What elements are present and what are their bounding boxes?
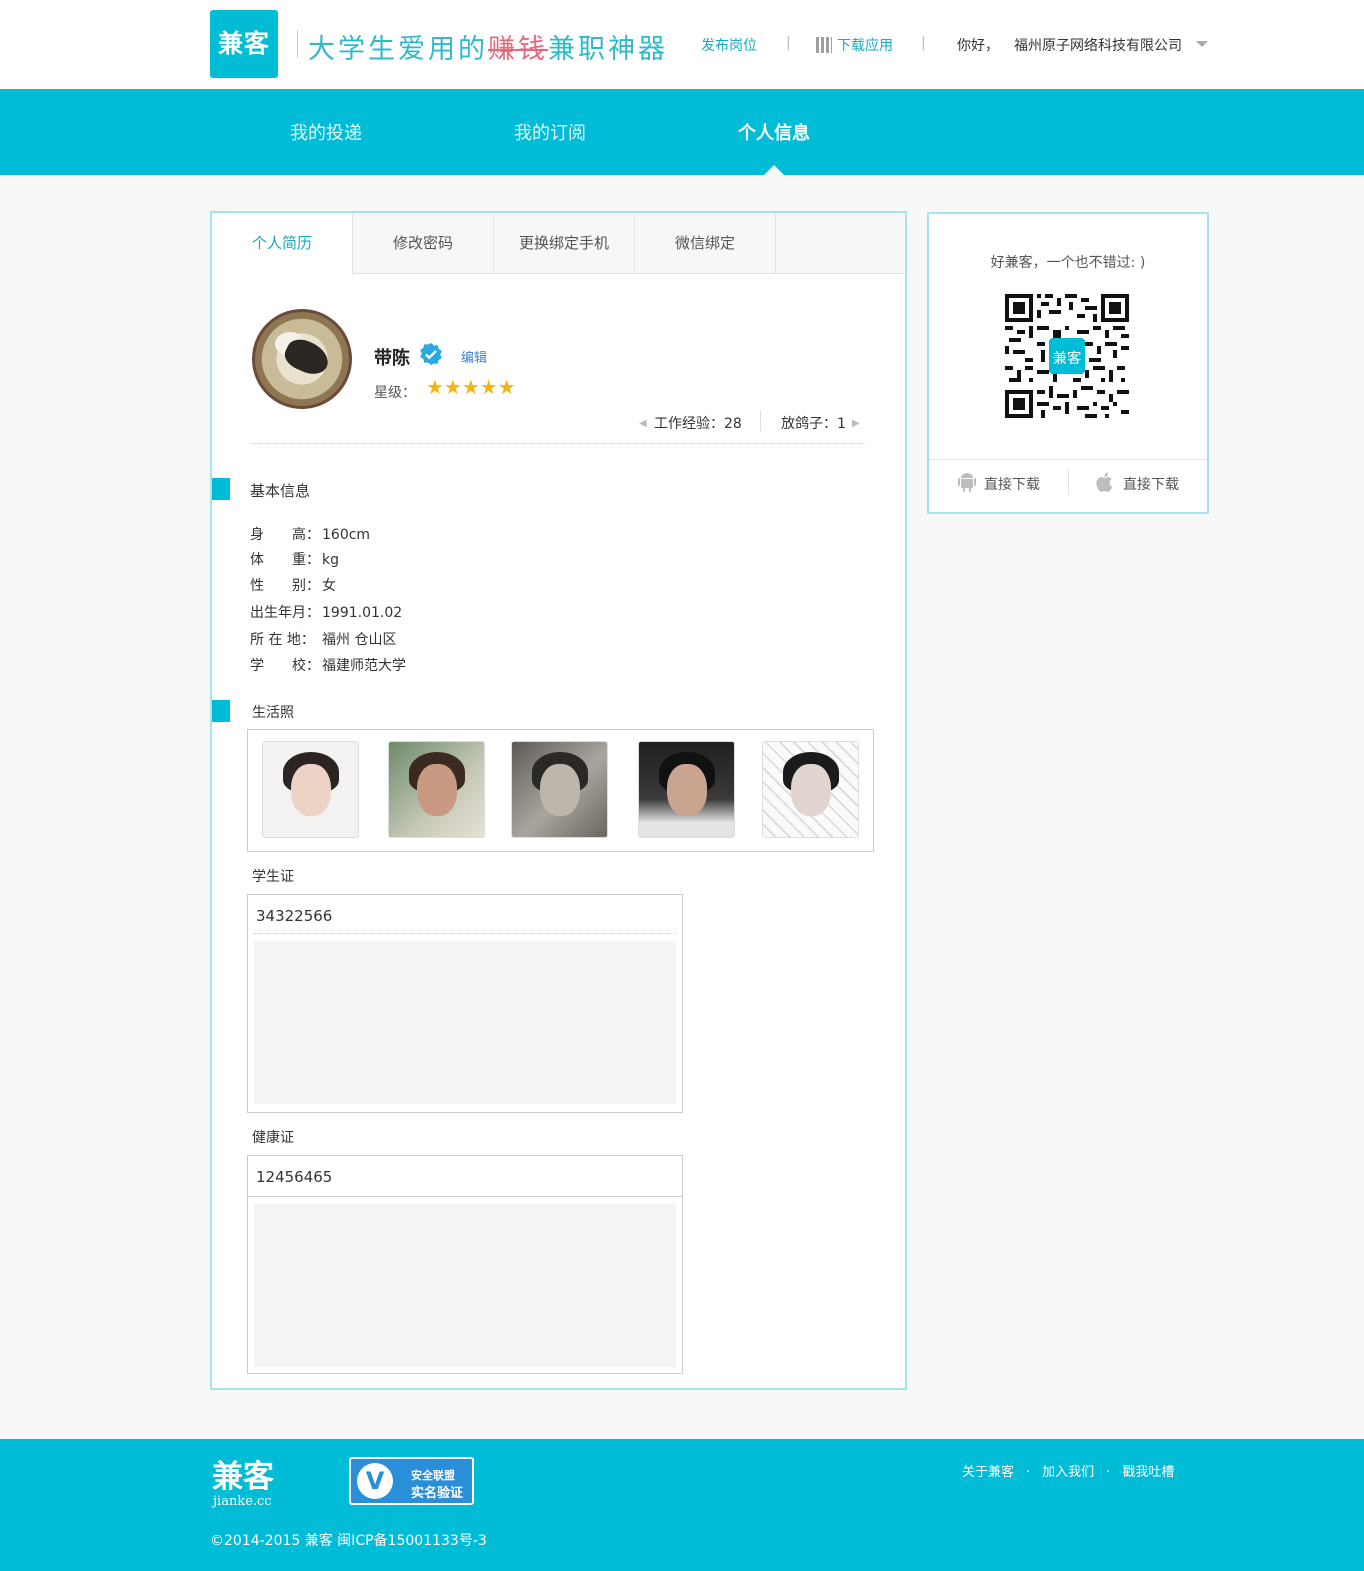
student-card-label: 学生证 [252, 869, 294, 885]
life-photo[interactable] [762, 741, 859, 838]
security-badge[interactable]: V 安全联盟 实名验证 [349, 1457, 474, 1505]
health-card-number: 12456465 [256, 1168, 333, 1186]
footer-link-join[interactable]: 加入我们 [1042, 1461, 1094, 1480]
student-card-number: 34322566 [256, 907, 333, 925]
app-download-panel: 好兼客，一个也不错过: ) 兼客 直接下载 直接下载 [927, 212, 1209, 514]
verified-v-icon: V [357, 1463, 393, 1499]
health-card-label: 健康证 [252, 1130, 294, 1146]
tab-bar: 个人简历 修改密码 更换绑定手机 微信绑定 [212, 213, 905, 275]
divider [1068, 469, 1069, 495]
chevron-down-icon[interactable] [1196, 41, 1208, 47]
footer: 兼客 jianke.cc V 安全联盟 实名验证 关于兼客 · 加入我们 · 戳我吐槽 … [0, 1439, 1364, 1571]
copyright: ©2014-2015 兼客 闽ICP备15001133号-3 [210, 1533, 487, 1549]
info-height: 身 高： 160cm [250, 527, 371, 543]
life-photo-gallery [247, 729, 874, 852]
main-panel: 个人简历 修改密码 更换绑定手机 微信绑定 带陈 编辑 星级： ★★★★★ ◀ … [210, 211, 907, 1390]
arrow-right-icon: ▶ [852, 418, 860, 429]
tab-change-password[interactable]: 修改密码 [353, 213, 494, 274]
site-logo[interactable]: 兼客 [210, 10, 278, 78]
work-experience: 工作经验：28 [654, 416, 742, 432]
top-header: 兼客 大学生爱用的赚钱兼职神器 发布岗位 | 下载应用 | 你好， 福州原子网络… [0, 0, 1364, 89]
footer-link-feedback[interactable]: 戳我吐槽 [1122, 1461, 1174, 1480]
basic-info-title: 基本信息 [250, 482, 311, 500]
slogan: 大学生爱用的赚钱兼职神器 [308, 27, 668, 66]
user-name: 带陈 [374, 348, 410, 369]
no-show-count: 放鸽子：1 [781, 416, 846, 432]
info-weight: 体 重： kg [250, 552, 339, 568]
life-photos-title: 生活照 [252, 705, 294, 721]
stat-divider [760, 411, 761, 431]
slogan-part-b: 兼职神器 [548, 34, 668, 65]
app-qr-code[interactable]: 兼客 [1005, 294, 1129, 418]
life-photo[interactable] [388, 741, 485, 838]
greeting: 你好， [957, 38, 999, 54]
ios-download-link[interactable]: 直接下载 [1123, 474, 1179, 494]
apple-icon [1096, 472, 1113, 492]
arrow-left-icon: ◀ [639, 418, 647, 429]
slogan-strike: 赚钱 [488, 34, 548, 65]
tab-change-phone[interactable]: 更换绑定手机 [494, 213, 635, 274]
tab-wechat-binding[interactable]: 微信绑定 [635, 213, 776, 274]
footer-logo-domain: jianke.cc [213, 1494, 272, 1509]
rating-label: 星级： [374, 385, 416, 401]
section-marker [212, 478, 230, 500]
star-rating: ★★★★★ [426, 375, 516, 399]
life-photo[interactable] [262, 741, 359, 838]
post-job-link[interactable]: 发布岗位 [701, 35, 757, 55]
footer-logo[interactable]: 兼客 [212, 1451, 274, 1496]
divider [248, 1196, 682, 1197]
account-menu[interactable]: 福州原子网络科技有限公司 [1014, 35, 1182, 55]
divider [254, 933, 676, 934]
life-photo[interactable] [638, 741, 735, 838]
slogan-divider [297, 30, 298, 58]
header-separator: | [786, 35, 791, 51]
info-birthdate: 出生年月： 1991.01.02 [250, 605, 403, 621]
divider [252, 443, 866, 444]
health-card: 12456465 [247, 1155, 683, 1374]
main-nav: 我的投递 我的订阅 个人信息 [0, 89, 1364, 175]
info-location: 所 在 地： 福州 仓山区 [250, 632, 397, 648]
slogan-part-a: 大学生爱用的 [308, 34, 488, 65]
badge-line1: 安全联盟 [411, 1469, 455, 1482]
app-tagline: 好兼客，一个也不错过: ) [990, 255, 1146, 271]
section-marker [212, 700, 230, 722]
footer-links: 关于兼客 · 加入我们 · 戳我吐槽 [962, 1461, 1174, 1480]
download-app-link[interactable]: 下载应用 [816, 35, 893, 55]
health-card-image [254, 1204, 676, 1367]
android-download-link[interactable]: 直接下载 [984, 474, 1040, 494]
edit-profile-link[interactable]: 编辑 [461, 347, 487, 366]
qr-logo-text: 兼客 [1053, 350, 1082, 367]
nav-active-indicator [764, 165, 784, 175]
avatar [252, 309, 352, 409]
tab-resume[interactable]: 个人简历 [212, 213, 353, 275]
header-separator: | [921, 35, 926, 51]
nav-my-subscriptions[interactable]: 我的订阅 [514, 119, 586, 145]
verified-icon [420, 343, 442, 365]
footer-link-about[interactable]: 关于兼客 [962, 1461, 1014, 1480]
download-app-label: 下载应用 [837, 38, 893, 54]
nav-personal-info[interactable]: 个人信息 [738, 119, 810, 145]
qr-code-icon [816, 37, 832, 53]
info-school: 学 校： 福建师范大学 [250, 658, 406, 674]
student-card: 34322566 [247, 894, 683, 1113]
student-card-image [254, 941, 676, 1104]
divider [929, 459, 1207, 460]
badge-line2: 实名验证 [411, 1486, 464, 1501]
info-gender: 性 别：女 [250, 578, 336, 594]
android-icon [958, 473, 976, 492]
life-photo[interactable] [511, 741, 608, 838]
nav-my-applications[interactable]: 我的投递 [290, 119, 362, 145]
